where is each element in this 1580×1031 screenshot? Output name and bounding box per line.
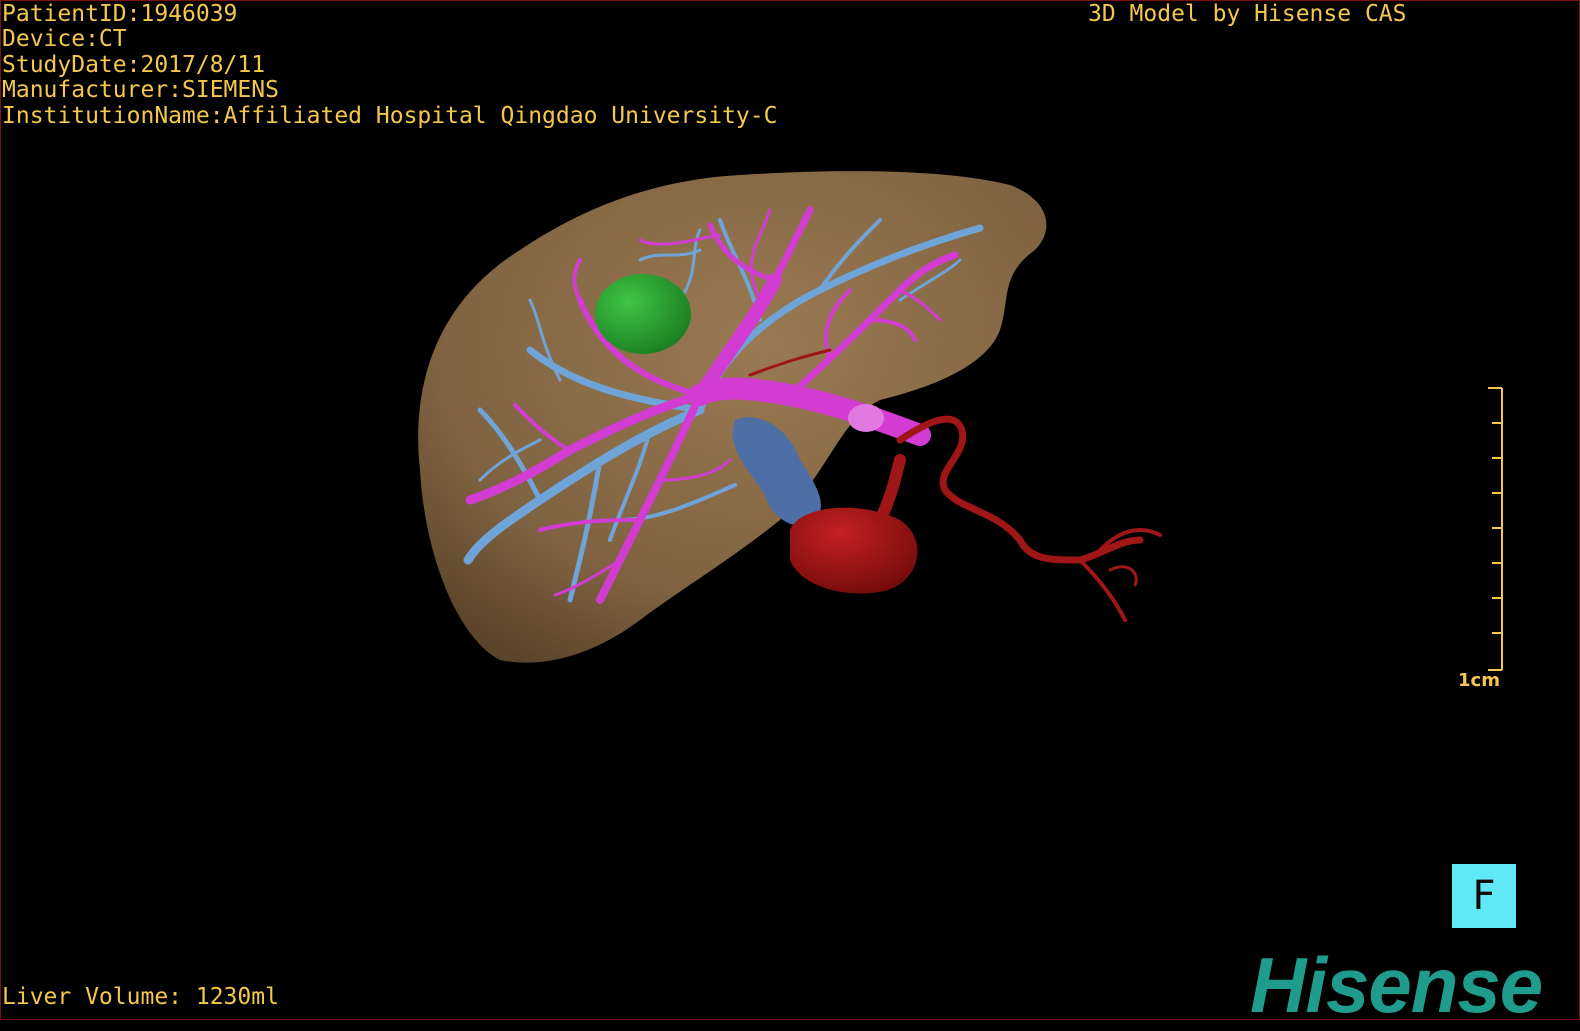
- model-credit: 3D Model by Hisense CAS: [1088, 1, 1407, 27]
- study-date: StudyDate:2017/8/11: [2, 51, 266, 78]
- portal-vein-trunk: [848, 404, 884, 432]
- device: Device:CT: [2, 26, 127, 53]
- brand-logo-icon: Hisense: [1250, 941, 1543, 1029]
- 3d-viewport[interactable]: [0, 0, 1580, 1020]
- dicom-info-overlay: PatientID:1946039 Device:CT StudyDate:20…: [2, 1, 778, 129]
- scale-bar-icon: [1488, 387, 1503, 671]
- liver-volume: Liver Volume: 1230ml: [2, 984, 279, 1010]
- front-view-button[interactable]: F: [1452, 864, 1516, 928]
- manufacturer: Manufacturer:SIEMENS: [2, 77, 279, 104]
- tumor-model: [595, 274, 691, 354]
- patient-id: PatientID:1946039: [2, 1, 238, 27]
- institution-name: InstitutionName:Affiliated Hospital Qing…: [2, 102, 778, 129]
- scale-bar-label: 1cm: [1458, 670, 1500, 691]
